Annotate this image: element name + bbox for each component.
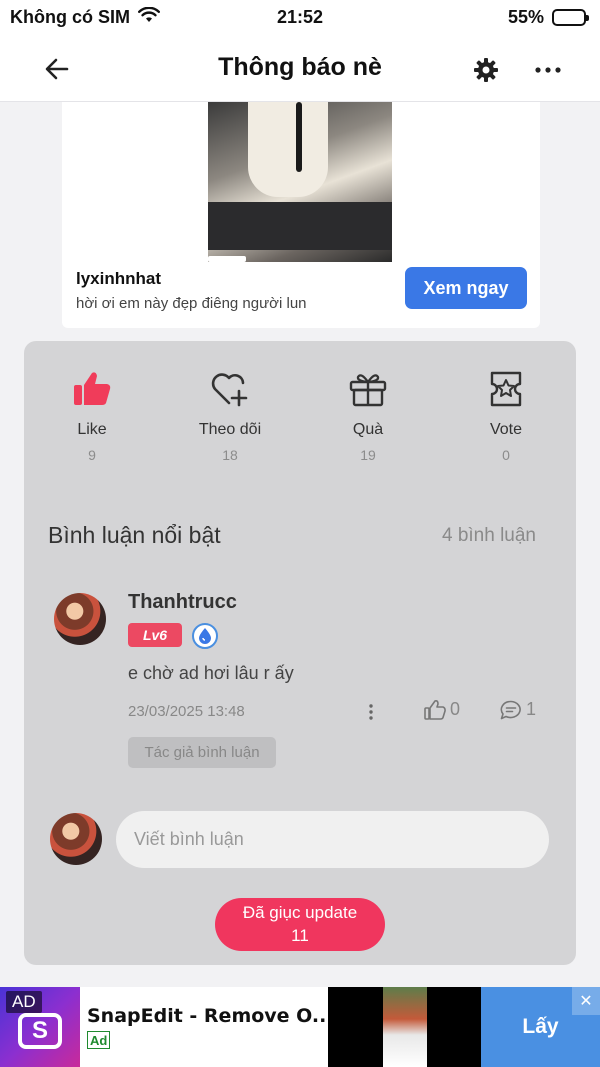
status-bar: Không có SIM 21:52 55%: [0, 0, 600, 34]
current-user-avatar: [50, 813, 102, 865]
vertical-dots-icon: [369, 704, 373, 720]
vote-action[interactable]: Vote 0: [446, 369, 566, 463]
carrier-label: Không có SIM: [10, 6, 130, 27]
post-card: lyxinhnhat hời ơi em này đẹp điêng người…: [62, 102, 540, 328]
post-image-tag: [208, 256, 246, 262]
follow-label: Theo dõi: [198, 421, 262, 438]
commenter-name[interactable]: Thanhtrucc: [128, 591, 237, 614]
page-title: Thông báo nè: [218, 53, 382, 81]
comment-like-button[interactable]: 0: [424, 699, 460, 720]
post-image-figure: [248, 102, 328, 197]
wifi-icon: [138, 6, 160, 28]
ad-mark: AD: [6, 991, 42, 1013]
follow-count: 18: [222, 447, 238, 463]
gift-action[interactable]: Quà 19: [308, 369, 428, 463]
more-dots-icon: [535, 67, 561, 73]
ad-title[interactable]: SnapEdit - Remove O...: [87, 1005, 334, 1027]
ad-screenshot[interactable]: [328, 987, 481, 1067]
settings-button[interactable]: [470, 54, 502, 86]
gift-label: Quà: [352, 421, 384, 438]
comment-timestamp: 23/03/2025 13:48: [128, 703, 245, 720]
comment-text: e chờ ad hơi lâu r ấy: [128, 663, 294, 683]
battery-percent: 55%: [507, 6, 544, 27]
back-button[interactable]: [40, 52, 74, 86]
post-image-strap: [296, 102, 302, 172]
gift-icon: [349, 369, 387, 409]
status-left: Không có SIM: [10, 6, 160, 28]
post-image[interactable]: [208, 102, 392, 262]
featured-comments-title: Bình luận nổi bật: [48, 522, 221, 548]
snapedit-logo-icon: S: [18, 1013, 62, 1049]
status-right: 55%: [507, 6, 589, 28]
ad-label: Ad: [87, 1031, 111, 1049]
comment-reply-count: 1: [526, 699, 537, 719]
heart-plus-icon: [210, 369, 250, 409]
interaction-panel: Like 9 Theo dõi 18 Quà 19 Vote 0 Bình lu…: [24, 341, 576, 965]
more-options-button[interactable]: [530, 54, 566, 86]
like-label: Like: [77, 421, 107, 438]
gift-count: 19: [360, 447, 376, 463]
ad-close-icon[interactable]: ✕: [572, 987, 600, 1015]
ad-screenshot-phone: [383, 987, 427, 1067]
nav-bar: Thông báo nè: [0, 34, 600, 102]
comment-like-count: 0: [450, 699, 461, 719]
back-arrow-icon: [45, 58, 69, 80]
comment-count-link[interactable]: 4 bình luận: [442, 525, 536, 547]
like-count: 9: [88, 447, 96, 463]
view-now-button[interactable]: Xem ngay: [405, 267, 527, 309]
urge-update-button[interactable]: Đã giục update 11: [215, 898, 385, 951]
post-caption: hời ơi em này đẹp điêng người lun: [76, 295, 307, 312]
urge-update-label: Đã giục update: [242, 903, 358, 923]
comment-menu-button[interactable]: [364, 700, 378, 724]
vote-ticket-icon: [489, 369, 523, 409]
post-image-window: [208, 202, 392, 250]
thumbs-up-outline-icon: [424, 699, 446, 720]
thumbs-up-icon: [73, 369, 111, 409]
post-author[interactable]: lyxinhnhat: [76, 269, 161, 289]
commenter-avatar[interactable]: [54, 593, 106, 645]
water-drop-icon: [192, 623, 218, 649]
gear-icon: [474, 58, 498, 82]
comment-reply-button[interactable]: 1: [500, 699, 536, 720]
level-badge: Lv6: [128, 623, 182, 647]
battery-icon: [552, 8, 589, 26]
urge-update-count: 11: [291, 925, 309, 945]
comment-input[interactable]: [116, 811, 549, 868]
follow-action[interactable]: Theo dõi 18: [170, 369, 290, 463]
vote-label: Vote: [489, 421, 523, 438]
comment-author-tag: Tác giả bình luận: [128, 737, 276, 768]
ad-banner[interactable]: S AD SnapEdit - Remove O... Ad Lấy ✕: [0, 987, 600, 1067]
speech-bubble-icon: [500, 700, 521, 719]
like-action[interactable]: Like 9: [32, 369, 152, 463]
vote-count: 0: [502, 447, 510, 463]
